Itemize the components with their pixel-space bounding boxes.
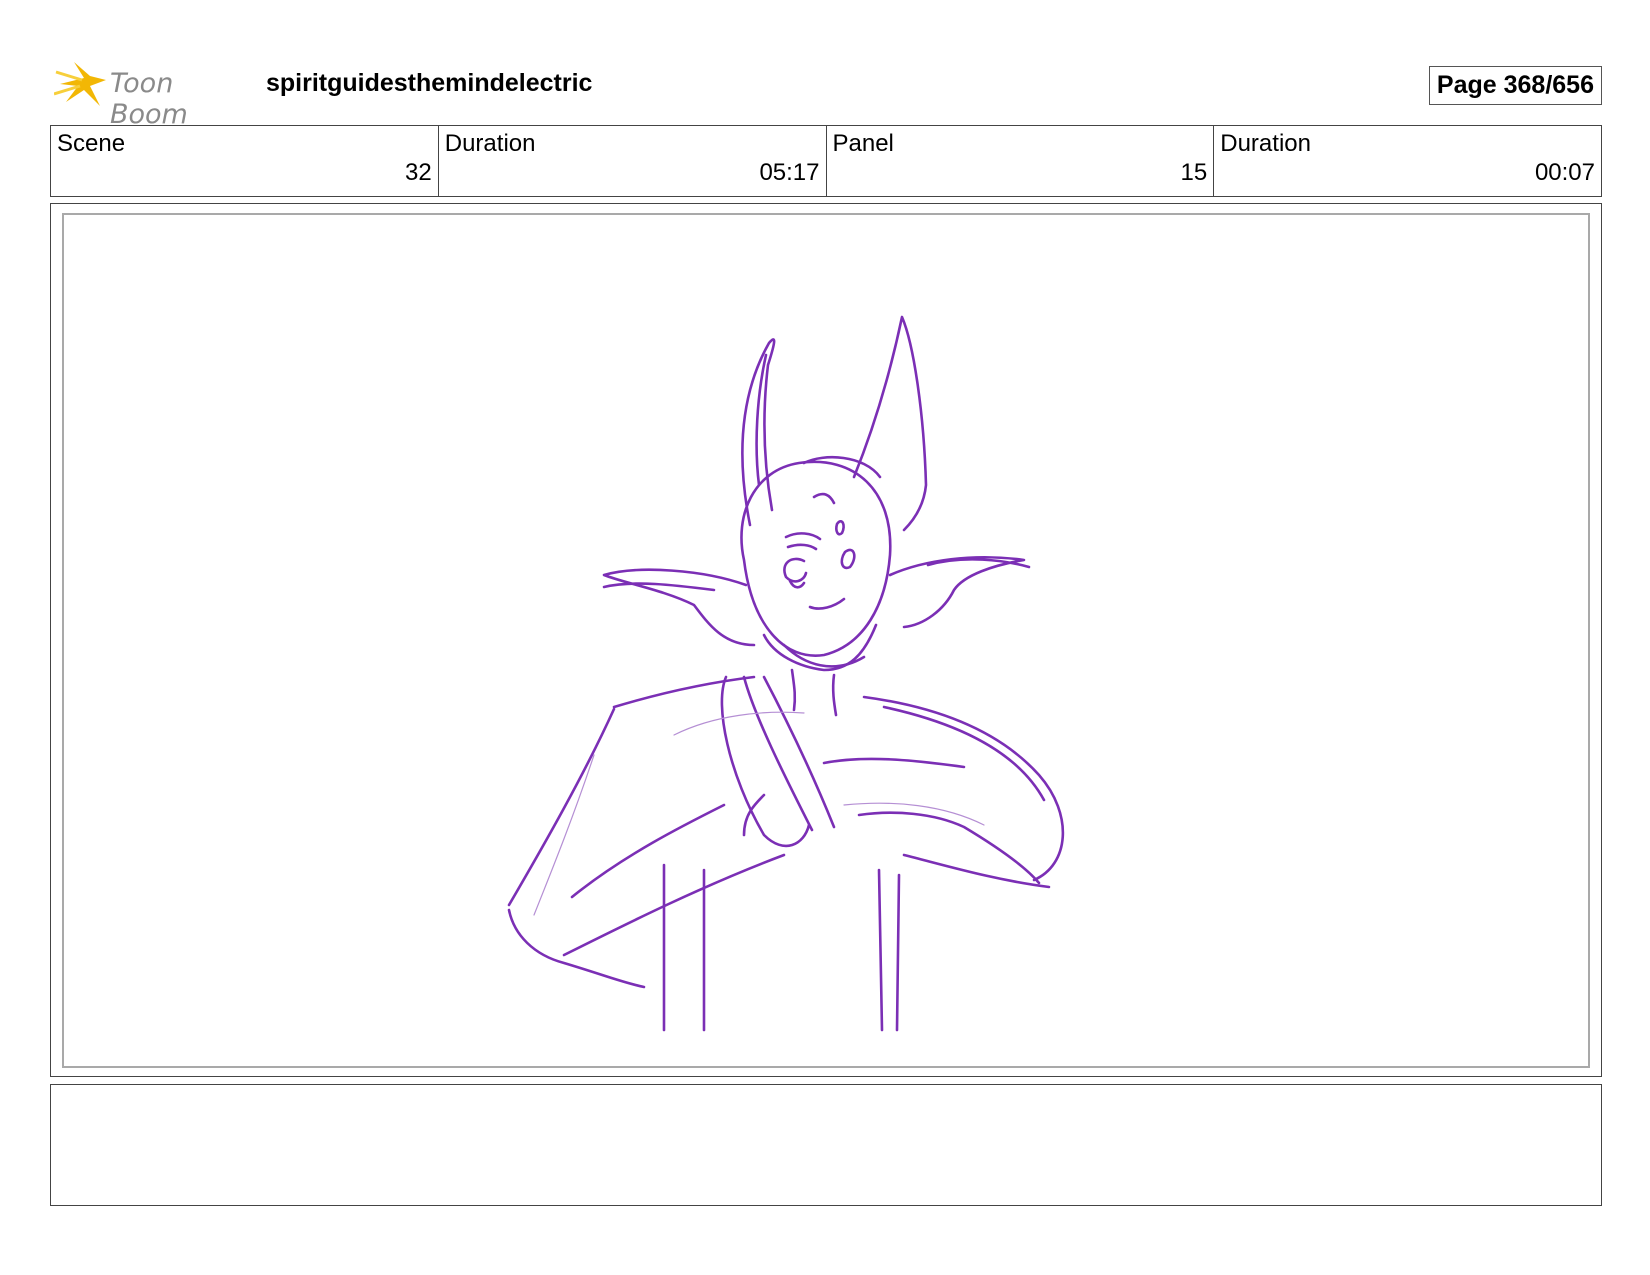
- scene-label: Scene: [57, 130, 126, 157]
- scene-value: 32: [405, 159, 432, 186]
- panel-label: Panel: [832, 130, 894, 157]
- page-number: Page 368/656: [1428, 66, 1602, 105]
- scene-duration-cell: Duration 05:17: [439, 126, 827, 196]
- scene-duration-label: Duration: [444, 130, 536, 157]
- scene-cell: Scene 32: [51, 126, 439, 196]
- panel-duration-value: 00:07: [1534, 159, 1595, 186]
- toon-boom-star-icon: [53, 62, 106, 106]
- panel-cell: Panel 15: [827, 126, 1215, 196]
- toon-boom-logo: Toon Boom: [53, 58, 254, 130]
- panel-value: 15: [1180, 159, 1208, 186]
- scene-duration-value: 05:17: [759, 159, 820, 186]
- panel-info-table: Scene 32 Duration 05:17 Panel 15 Duratio…: [50, 125, 1602, 197]
- storyboard-panel: [50, 203, 1602, 1077]
- panel-notes: [50, 1084, 1602, 1206]
- page-header: Toon Boom spiritguidesthemindelectric Pa…: [50, 56, 1602, 130]
- project-title: spiritguidesthemindelectric: [266, 69, 593, 97]
- character-sketch: [507, 315, 1065, 1032]
- panel-drawing-area: [62, 213, 1590, 1068]
- logo-text: Toon Boom: [110, 68, 188, 130]
- panel-duration-cell: Duration 00:07: [1214, 126, 1601, 196]
- panel-duration-label: Duration: [1220, 130, 1311, 157]
